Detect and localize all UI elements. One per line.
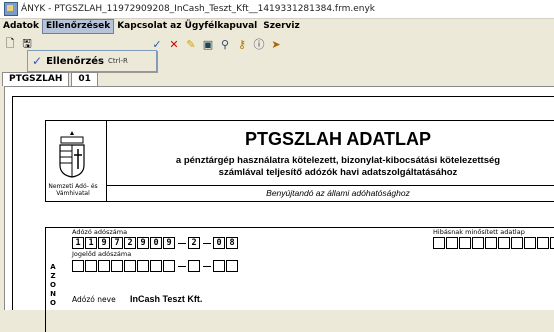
digit-box[interactable] <box>498 237 510 249</box>
digit-box[interactable] <box>485 237 497 249</box>
predecessor-tax-field[interactable] <box>72 260 239 272</box>
tab-01[interactable]: 01 <box>71 72 98 86</box>
digit-box[interactable] <box>85 260 97 272</box>
digit-box[interactable]: 2 <box>124 237 136 249</box>
digit-box[interactable] <box>524 237 536 249</box>
menu-adatok[interactable]: Adatok <box>0 19 42 34</box>
digit-box[interactable] <box>124 260 136 272</box>
form-subtitle: a pénztárgép használatra kötelezett, biz… <box>108 155 554 179</box>
key-icon[interactable]: ⚷ <box>235 37 249 51</box>
dash <box>203 265 211 267</box>
menu-item-ellenorzes[interactable]: Ellenőrzés <box>46 56 104 67</box>
tax-number-label: Adózó adószáma <box>72 228 128 236</box>
check-icon: ✓ <box>32 54 43 68</box>
digit-box[interactable] <box>98 260 110 272</box>
crest-caption: Nemzeti Adó- és Vámhivatal <box>48 183 98 197</box>
digit-box[interactable] <box>111 260 123 272</box>
attach-icon[interactable]: ⚲ <box>218 37 232 51</box>
section-letters: A Z O N O <box>50 263 56 307</box>
tab-ptgszlah[interactable]: PTGSZLAH <box>2 72 70 86</box>
divider <box>106 185 554 186</box>
digit-box[interactable] <box>472 237 484 249</box>
digit-box[interactable] <box>511 237 523 249</box>
subtitle-line1: a pénztárgép használatra kötelezett, biz… <box>175 155 501 166</box>
digit-box[interactable]: 0 <box>150 237 162 249</box>
highlight-icon[interactable]: ✎ <box>184 37 198 51</box>
menu-szerviz[interactable]: Szerviz <box>260 19 302 34</box>
form-header: Nemzeti Adó- és Vámhivatal PTGSZLAH ADAT… <box>45 120 554 202</box>
digit-box[interactable] <box>213 260 225 272</box>
digit-box[interactable] <box>433 237 445 249</box>
digit-box[interactable]: 0 <box>213 237 225 249</box>
new-form-icon[interactable]: 🗋 <box>3 37 17 51</box>
subtitle-line2: számlával teljesítő adózók havi adatszol… <box>218 167 458 178</box>
digit-box[interactable]: 1 <box>72 237 84 249</box>
tax-number-field[interactable]: 1 1 9 7 2 9 0 9 2 0 8 <box>72 237 239 249</box>
error-label: Hibásnak minősített adatlap <box>433 228 525 236</box>
digit-box[interactable] <box>163 260 175 272</box>
digit-box[interactable] <box>226 260 238 272</box>
digit-box[interactable]: 2 <box>188 237 200 249</box>
name-value[interactable]: InCash Teszt Kft. <box>130 294 202 304</box>
app-icon <box>4 2 18 16</box>
exit-icon[interactable]: ➤ <box>269 37 283 51</box>
delete-icon[interactable]: ✕ <box>167 37 181 51</box>
benyujtando-note: Benyújtandó az állami adóhatósághoz <box>266 188 410 198</box>
ellenorzes-dropdown[interactable]: ✓ Ellenőrzés Ctrl-R <box>27 50 157 72</box>
form-title: PTGSZLAH ADATLAP <box>245 129 431 149</box>
error-field[interactable] <box>433 237 554 249</box>
digit-box[interactable]: 9 <box>163 237 175 249</box>
group-id-label: Jogelőd adószáma <box>72 250 132 258</box>
digit-box[interactable] <box>446 237 458 249</box>
digit-box[interactable] <box>72 260 84 272</box>
divider <box>106 121 107 201</box>
dash <box>203 242 211 244</box>
window-title: ÁNYK - PTGSZLAH_11972909208_InCash_Teszt… <box>21 4 376 14</box>
digit-box[interactable]: 8 <box>226 237 238 249</box>
crest-icon <box>59 131 85 178</box>
title-bar: ÁNYK - PTGSZLAH_11972909208_InCash_Teszt… <box>0 0 554 19</box>
digit-box[interactable] <box>137 260 149 272</box>
digit-box[interactable]: 1 <box>85 237 97 249</box>
menu-ellenorzesek[interactable]: Ellenőrzések <box>41 19 115 34</box>
digit-box[interactable]: 7 <box>111 237 123 249</box>
print-icon[interactable]: ▣ <box>201 37 215 51</box>
menu-bar: Adatok Ellenőrzések Kapcsolat az Ügyfélk… <box>0 19 554 34</box>
info-icon[interactable]: ⓘ <box>252 37 266 51</box>
digit-box[interactable]: 9 <box>98 237 110 249</box>
digit-box[interactable] <box>550 237 554 249</box>
dash <box>178 242 186 244</box>
digit-box[interactable]: 9 <box>137 237 149 249</box>
check-icon[interactable]: ✓ <box>150 37 164 51</box>
dash <box>178 265 186 267</box>
digit-box[interactable] <box>537 237 549 249</box>
digit-box[interactable] <box>459 237 471 249</box>
save-icon[interactable]: 🖫 <box>20 37 34 51</box>
digit-box[interactable] <box>150 260 162 272</box>
name-label: Adózó neve <box>72 295 116 304</box>
tab-bar: PTGSZLAH 01 <box>0 72 554 86</box>
shortcut-label: Ctrl-R <box>108 57 128 65</box>
digit-box[interactable] <box>188 260 200 272</box>
menu-kapcsolat[interactable]: Kapcsolat az Ügyfélkapuval <box>114 19 260 34</box>
